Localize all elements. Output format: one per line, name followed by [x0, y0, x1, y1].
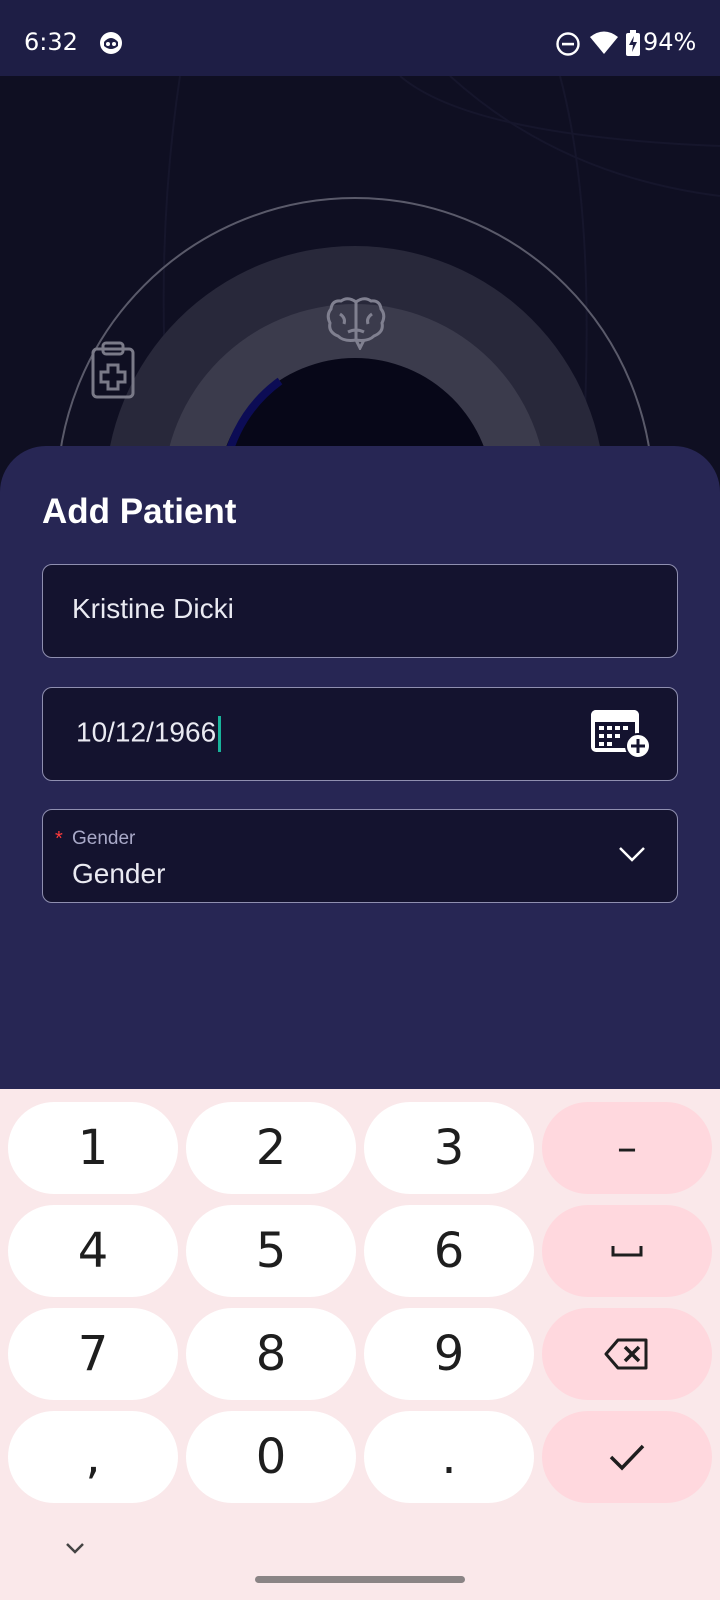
- key-4[interactable]: 4: [8, 1205, 178, 1297]
- key-3[interactable]: 3: [364, 1102, 534, 1194]
- status-bar: 6:32 94%: [0, 0, 720, 76]
- app-notification-icon: [100, 32, 122, 54]
- battery-percent: 94%: [643, 28, 697, 56]
- key-5[interactable]: 5: [186, 1205, 356, 1297]
- key-space[interactable]: [542, 1205, 712, 1297]
- patient-name-value: Kristine Dicki: [72, 593, 234, 624]
- key-8[interactable]: 8: [186, 1308, 356, 1400]
- required-asterisk: *: [55, 828, 63, 850]
- hero-background: [0, 76, 720, 496]
- date-of-birth-value: 10/12/1966: [76, 716, 222, 752]
- hero-graphic: [56, 76, 720, 496]
- patient-name-field[interactable]: Kristine Dicki: [42, 564, 678, 658]
- text-cursor: [218, 716, 222, 752]
- sheet-title: Add Patient: [42, 492, 237, 531]
- battery-charging-icon: [626, 30, 640, 56]
- key-minus[interactable]: –: [542, 1102, 712, 1194]
- key-period[interactable]: .: [364, 1411, 534, 1503]
- calendar-add-icon[interactable]: [589, 706, 653, 760]
- add-patient-sheet: Add Patient Kristine Dicki 10/12/1966 * …: [0, 446, 720, 1090]
- key-backspace[interactable]: [542, 1308, 712, 1400]
- key-done[interactable]: [542, 1411, 712, 1503]
- key-9[interactable]: 9: [364, 1308, 534, 1400]
- space-icon: [611, 1246, 643, 1257]
- status-time: 6:32: [24, 28, 78, 56]
- key-7[interactable]: 7: [8, 1308, 178, 1400]
- key-1[interactable]: 1: [8, 1102, 178, 1194]
- brain-icon: [326, 297, 386, 350]
- key-0[interactable]: 0: [186, 1411, 356, 1503]
- do-not-disturb-icon: [556, 32, 580, 56]
- date-of-birth-field[interactable]: 10/12/1966: [42, 687, 678, 781]
- wifi-icon: [590, 31, 618, 54]
- key-2[interactable]: 2: [186, 1102, 356, 1194]
- gender-label: Gender: [72, 828, 136, 849]
- backspace-icon: [604, 1338, 648, 1370]
- clipboard-medical-icon: [91, 341, 135, 399]
- gesture-nav-handle[interactable]: [255, 1576, 465, 1583]
- chevron-down-icon: [619, 847, 645, 862]
- key-comma[interactable]: ,: [8, 1411, 178, 1503]
- checkmark-icon: [609, 1444, 645, 1471]
- keyboard-hide-icon[interactable]: [62, 1538, 88, 1558]
- gender-value: Gender: [72, 858, 166, 889]
- gender-dropdown[interactable]: * Gender Gender: [42, 809, 678, 903]
- key-6[interactable]: 6: [364, 1205, 534, 1297]
